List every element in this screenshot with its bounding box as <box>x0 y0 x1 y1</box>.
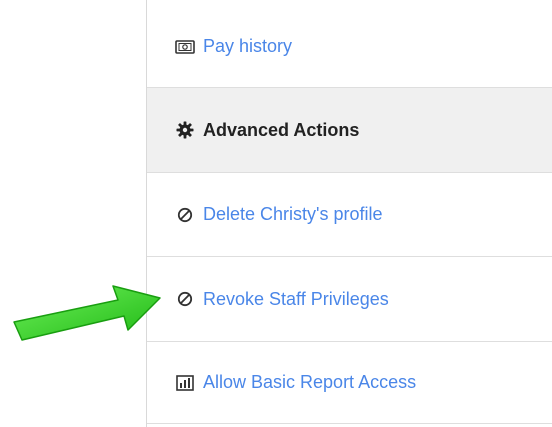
page: Pay history Advanced Actions Delete Chri… <box>0 0 552 427</box>
allow-report-access-link[interactable]: Allow Basic Report Access <box>147 342 552 424</box>
money-icon <box>175 37 195 57</box>
revoke-privileges-label: Revoke Staff Privileges <box>203 288 389 309</box>
delete-profile-link[interactable]: Delete Christy's profile <box>147 173 552 257</box>
advanced-actions-label: Advanced Actions <box>203 119 360 140</box>
delete-profile-label: Delete Christy's profile <box>203 204 383 224</box>
actions-panel: Pay history Advanced Actions Delete Chri… <box>146 0 552 427</box>
pay-history-label: Pay history <box>203 36 293 56</box>
green-arrow-annotation <box>13 285 161 341</box>
prohibited-icon <box>175 205 195 225</box>
revoke-privileges-link[interactable]: Revoke Staff Privileges <box>147 257 552 342</box>
advanced-actions-header: Advanced Actions <box>147 88 552 173</box>
allow-report-access-label: Allow Basic Report Access <box>203 372 417 392</box>
pay-history-link[interactable]: Pay history <box>147 6 552 88</box>
prohibited-icon <box>175 289 195 309</box>
bar-chart-icon <box>175 373 195 393</box>
gear-icon <box>175 120 195 140</box>
